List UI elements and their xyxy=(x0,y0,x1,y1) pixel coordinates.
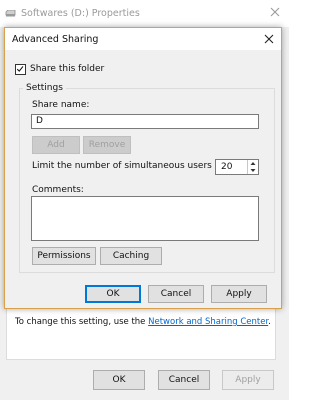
hint-suffix: . xyxy=(268,317,271,327)
advanced-sharing-dialog: Advanced Sharing Share this folder Setti… xyxy=(4,27,282,309)
dialog-cancel-button[interactable]: Cancel xyxy=(148,285,204,303)
add-button[interactable]: Add xyxy=(32,136,80,154)
close-icon[interactable] xyxy=(268,5,282,19)
properties-ok-button[interactable]: OK xyxy=(93,370,145,390)
network-sharing-center-link[interactable]: Network and Sharing Center xyxy=(148,317,268,327)
properties-titlebar: Softwares (D:) Properties xyxy=(0,0,289,27)
remove-button[interactable]: Remove xyxy=(83,136,131,154)
network-hint: To change this setting, use the Network … xyxy=(15,317,271,327)
permissions-button[interactable]: Permissions xyxy=(32,247,96,265)
dialog-ok-button[interactable]: OK xyxy=(85,285,141,303)
hint-text: To change this setting, use the xyxy=(15,317,149,327)
comments-label: Comments: xyxy=(32,185,84,195)
checkmark-icon xyxy=(16,66,24,72)
properties-apply-button[interactable]: Apply xyxy=(222,370,274,390)
settings-group-label: Settings xyxy=(23,83,66,93)
dialog-title: Advanced Sharing xyxy=(12,34,99,45)
properties-cancel-button[interactable]: Cancel xyxy=(158,370,210,390)
close-icon[interactable] xyxy=(263,33,275,45)
dialog-titlebar: Advanced Sharing xyxy=(5,28,281,50)
share-name-input[interactable]: D xyxy=(31,114,259,129)
share-name-label: Share name: xyxy=(32,100,90,110)
spin-up-icon[interactable] xyxy=(248,160,258,167)
users-limit-spinner[interactable]: 20 xyxy=(215,159,259,175)
spin-down-icon[interactable] xyxy=(248,167,258,174)
dialog-footer: OK Cancel Apply xyxy=(5,278,281,308)
share-folder-label[interactable]: Share this folder xyxy=(30,64,104,74)
spinner-arrows xyxy=(247,160,258,174)
comments-textarea[interactable] xyxy=(31,196,259,241)
caching-button[interactable]: Caching xyxy=(100,247,162,265)
properties-title: Softwares (D:) Properties xyxy=(21,8,140,19)
sharing-tab-panel xyxy=(6,300,276,360)
share-folder-checkbox[interactable] xyxy=(15,64,26,75)
drive-icon xyxy=(5,10,16,17)
dialog-apply-button[interactable]: Apply xyxy=(211,285,267,303)
limit-users-label: Limit the number of simultaneous users t… xyxy=(32,161,227,171)
users-limit-value[interactable]: 20 xyxy=(221,162,232,172)
